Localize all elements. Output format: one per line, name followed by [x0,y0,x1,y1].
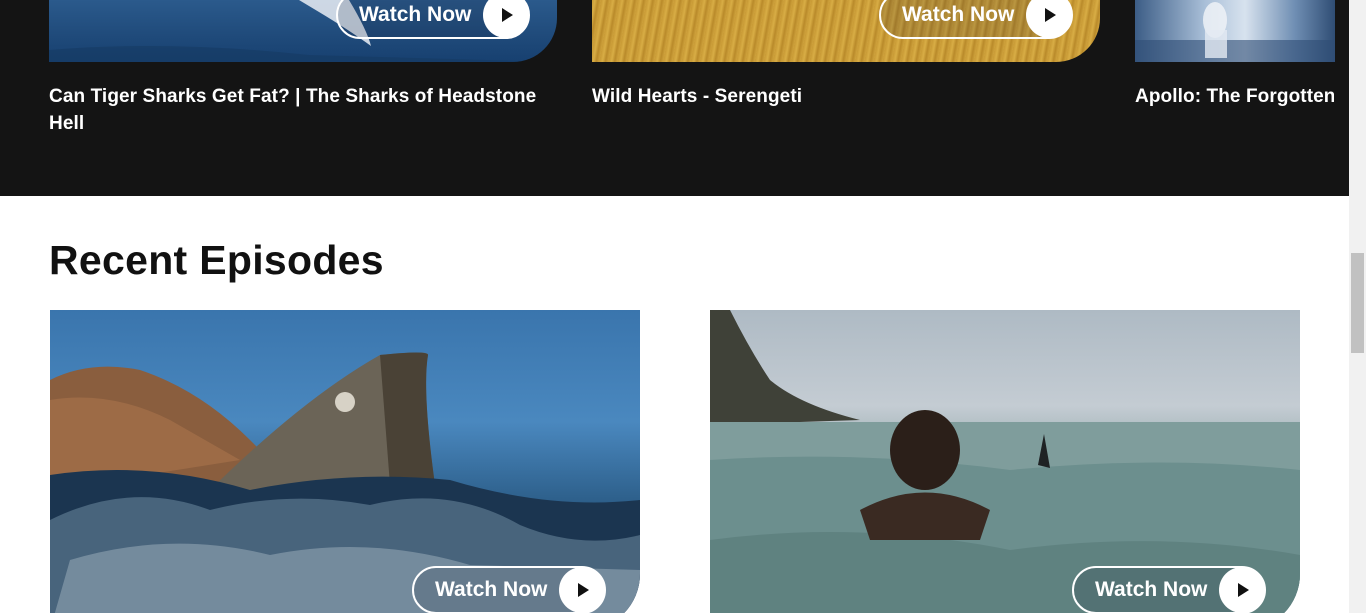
watch-now-button[interactable]: Watch Now [336,0,531,39]
page-scrollbar[interactable] [1349,0,1366,613]
play-icon [559,567,606,613]
watch-now-button[interactable]: Watch Now [412,566,607,613]
play-icon [483,0,530,38]
watch-now-label: Watch Now [1095,578,1208,601]
thumbnail-apollo[interactable] [1135,0,1335,62]
watch-now-label: Watch Now [359,3,472,26]
carousel-card-title[interactable]: Wild Hearts - Serengeti [592,83,1102,110]
watch-now-label: Watch Now [902,3,1015,26]
watch-now-button[interactable]: Watch Now [879,0,1074,39]
scrollbar-thumb[interactable] [1351,253,1364,353]
thumbnail-wild-hearts[interactable]: Watch Now [592,0,1100,62]
watch-now-label: Watch Now [435,578,548,601]
watch-now-button[interactable]: Watch Now [1072,566,1267,613]
featured-carousel: Watch Now Can Tiger Sharks Get Fat? | Th… [0,0,1349,196]
carousel-card-title[interactable]: Apollo: The Forgotten Astronauts [1135,83,1334,110]
play-icon [1219,567,1266,613]
carousel-card-title[interactable]: Can Tiger Sharks Get Fat? | The Sharks o… [49,83,559,137]
thumbnail-tiger-sharks[interactable]: Watch Now [49,0,557,62]
play-icon [1026,0,1073,38]
episode-card-swimmer[interactable]: Watch Now [710,310,1300,613]
astronaut-image [1135,2,1335,62]
episode-card-shark-fin[interactable]: Watch Now [50,310,640,613]
section-heading-recent-episodes: Recent Episodes [49,237,384,283]
